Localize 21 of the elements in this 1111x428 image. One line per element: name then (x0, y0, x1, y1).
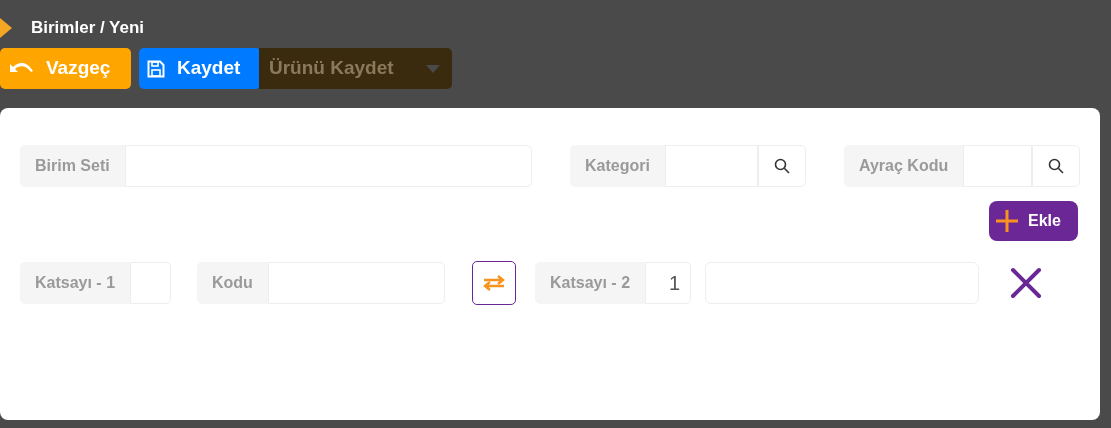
field-label: Katsayı - 1 (20, 262, 131, 304)
remove-icon[interactable] (1010, 267, 1042, 299)
search-button[interactable] (758, 145, 806, 187)
search-button[interactable] (1032, 145, 1080, 187)
triangle-icon (0, 18, 12, 38)
search-icon (1048, 158, 1064, 174)
plus-icon (996, 210, 1018, 232)
field-label: Birim Seti (20, 145, 125, 187)
add-button[interactable]: Ekle (989, 201, 1078, 241)
save-product-button[interactable]: Ürünü Kaydet (259, 48, 452, 89)
field-label: Kodu (197, 262, 268, 304)
swap-arrows-icon (483, 275, 505, 291)
field-label: Ayraç Kodu (844, 145, 964, 187)
field-label: Kategori (570, 145, 665, 187)
save-button[interactable]: Kaydet (139, 48, 261, 89)
page-title: Birimler / Yeni (31, 17, 145, 40)
swap-button[interactable] (472, 261, 516, 305)
field-label: Katsayı - 2 (535, 262, 646, 304)
input-field[interactable]: 1 (645, 262, 691, 304)
caret-icon (426, 65, 440, 74)
search-icon (774, 158, 790, 174)
